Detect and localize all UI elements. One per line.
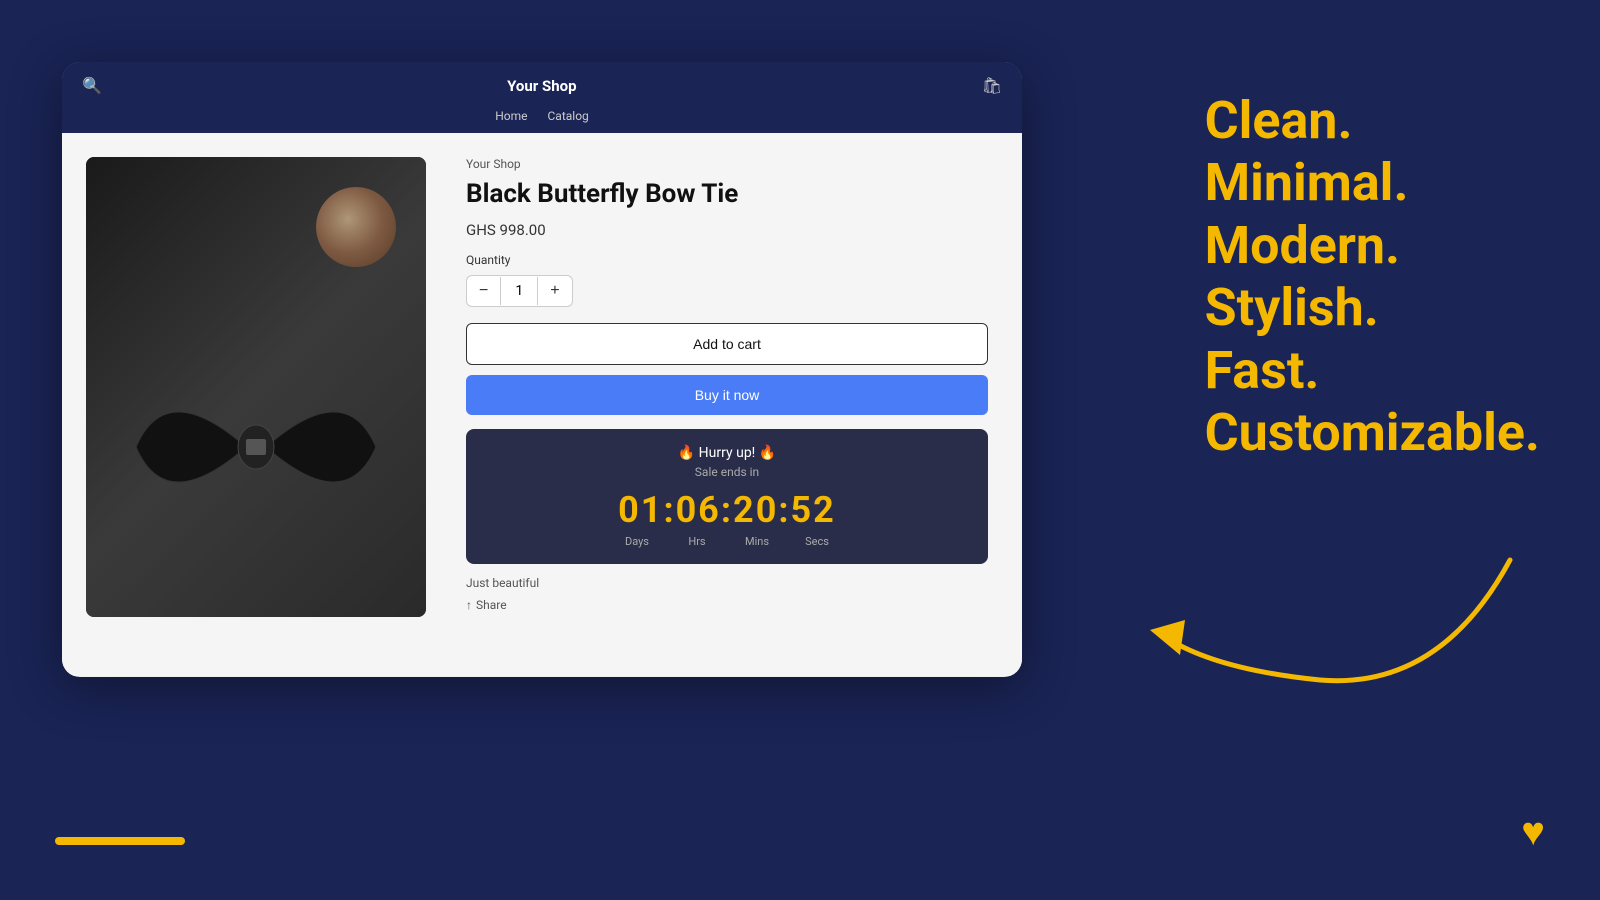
search-icon[interactable]: 🔍 [82,76,102,95]
shop-title: Your Shop [507,77,576,95]
product-details: Your Shop Black Butterfly Bow Tie GHS 99… [456,157,998,652]
quantity-increase-button[interactable]: + [538,276,571,306]
product-image-container [86,157,426,617]
sale-ends-text: Sale ends in [486,465,968,479]
share-icon: ↑ [466,598,472,612]
bottom-heart-icon: ♥ [1521,808,1545,855]
hurry-text: 🔥 Hurry up! 🔥 [486,445,968,461]
quantity-label: Quantity [466,253,988,267]
tagline-line-4: Stylish. [1205,277,1540,339]
tagline-line-3: Modern. [1205,215,1540,277]
secs-label: Secs [787,535,847,548]
days-label: Days [607,535,667,548]
quantity-value: 1 [500,277,538,305]
hrs-label: Hrs [667,535,727,548]
mins-label: Mins [727,535,787,548]
wicker-ball-decoration [316,187,396,267]
nav-home[interactable]: Home [495,109,527,123]
product-price: GHS 998.00 [466,221,988,239]
add-to-cart-button[interactable]: Add to cart [466,323,988,365]
bow-tie-svg [126,357,386,537]
countdown-labels: Days Hrs Mins Secs [486,535,968,548]
share-label: Share [476,598,507,612]
tagline-line-2: Minimal. [1205,152,1540,214]
product-image [86,157,426,617]
countdown-timer-box: 🔥 Hurry up! 🔥 Sale ends in 01:06:20:52 D… [466,429,988,564]
nav-catalog[interactable]: Catalog [548,109,589,123]
product-title: Black Butterfly Bow Tie [466,179,988,209]
page-content: Your Shop Black Butterfly Bow Tie GHS 99… [62,133,1022,676]
bottom-decoration-bar [55,837,185,845]
nav-links: Home Catalog [62,103,1022,133]
browser-navbar: 🔍 Your Shop 🛍 Home Catalog [62,62,1022,133]
product-brand: Your Shop [466,157,988,171]
countdown-display: 01:06:20:52 [486,489,968,531]
quantity-control: − 1 + [466,275,573,307]
browser-topbar: 🔍 Your Shop 🛍 [62,62,1022,103]
product-description: Just beautiful [466,576,988,590]
buy-now-button[interactable]: Buy it now [466,375,988,415]
share-section[interactable]: ↑ Share [466,598,988,612]
tagline-line-1: Clean. [1205,90,1540,152]
tagline-block: Clean. Minimal. Modern. Stylish. Fast. C… [1205,90,1540,464]
arrow-decoration [1140,540,1540,720]
tagline-line-6: Customizable. [1205,402,1540,464]
browser-window: 🔍 Your Shop 🛍 Home Catalog [62,62,1022,677]
tagline-line-5: Fast. [1205,340,1540,402]
cart-icon[interactable]: 🛍 [982,76,1002,95]
quantity-decrease-button[interactable]: − [467,276,500,306]
